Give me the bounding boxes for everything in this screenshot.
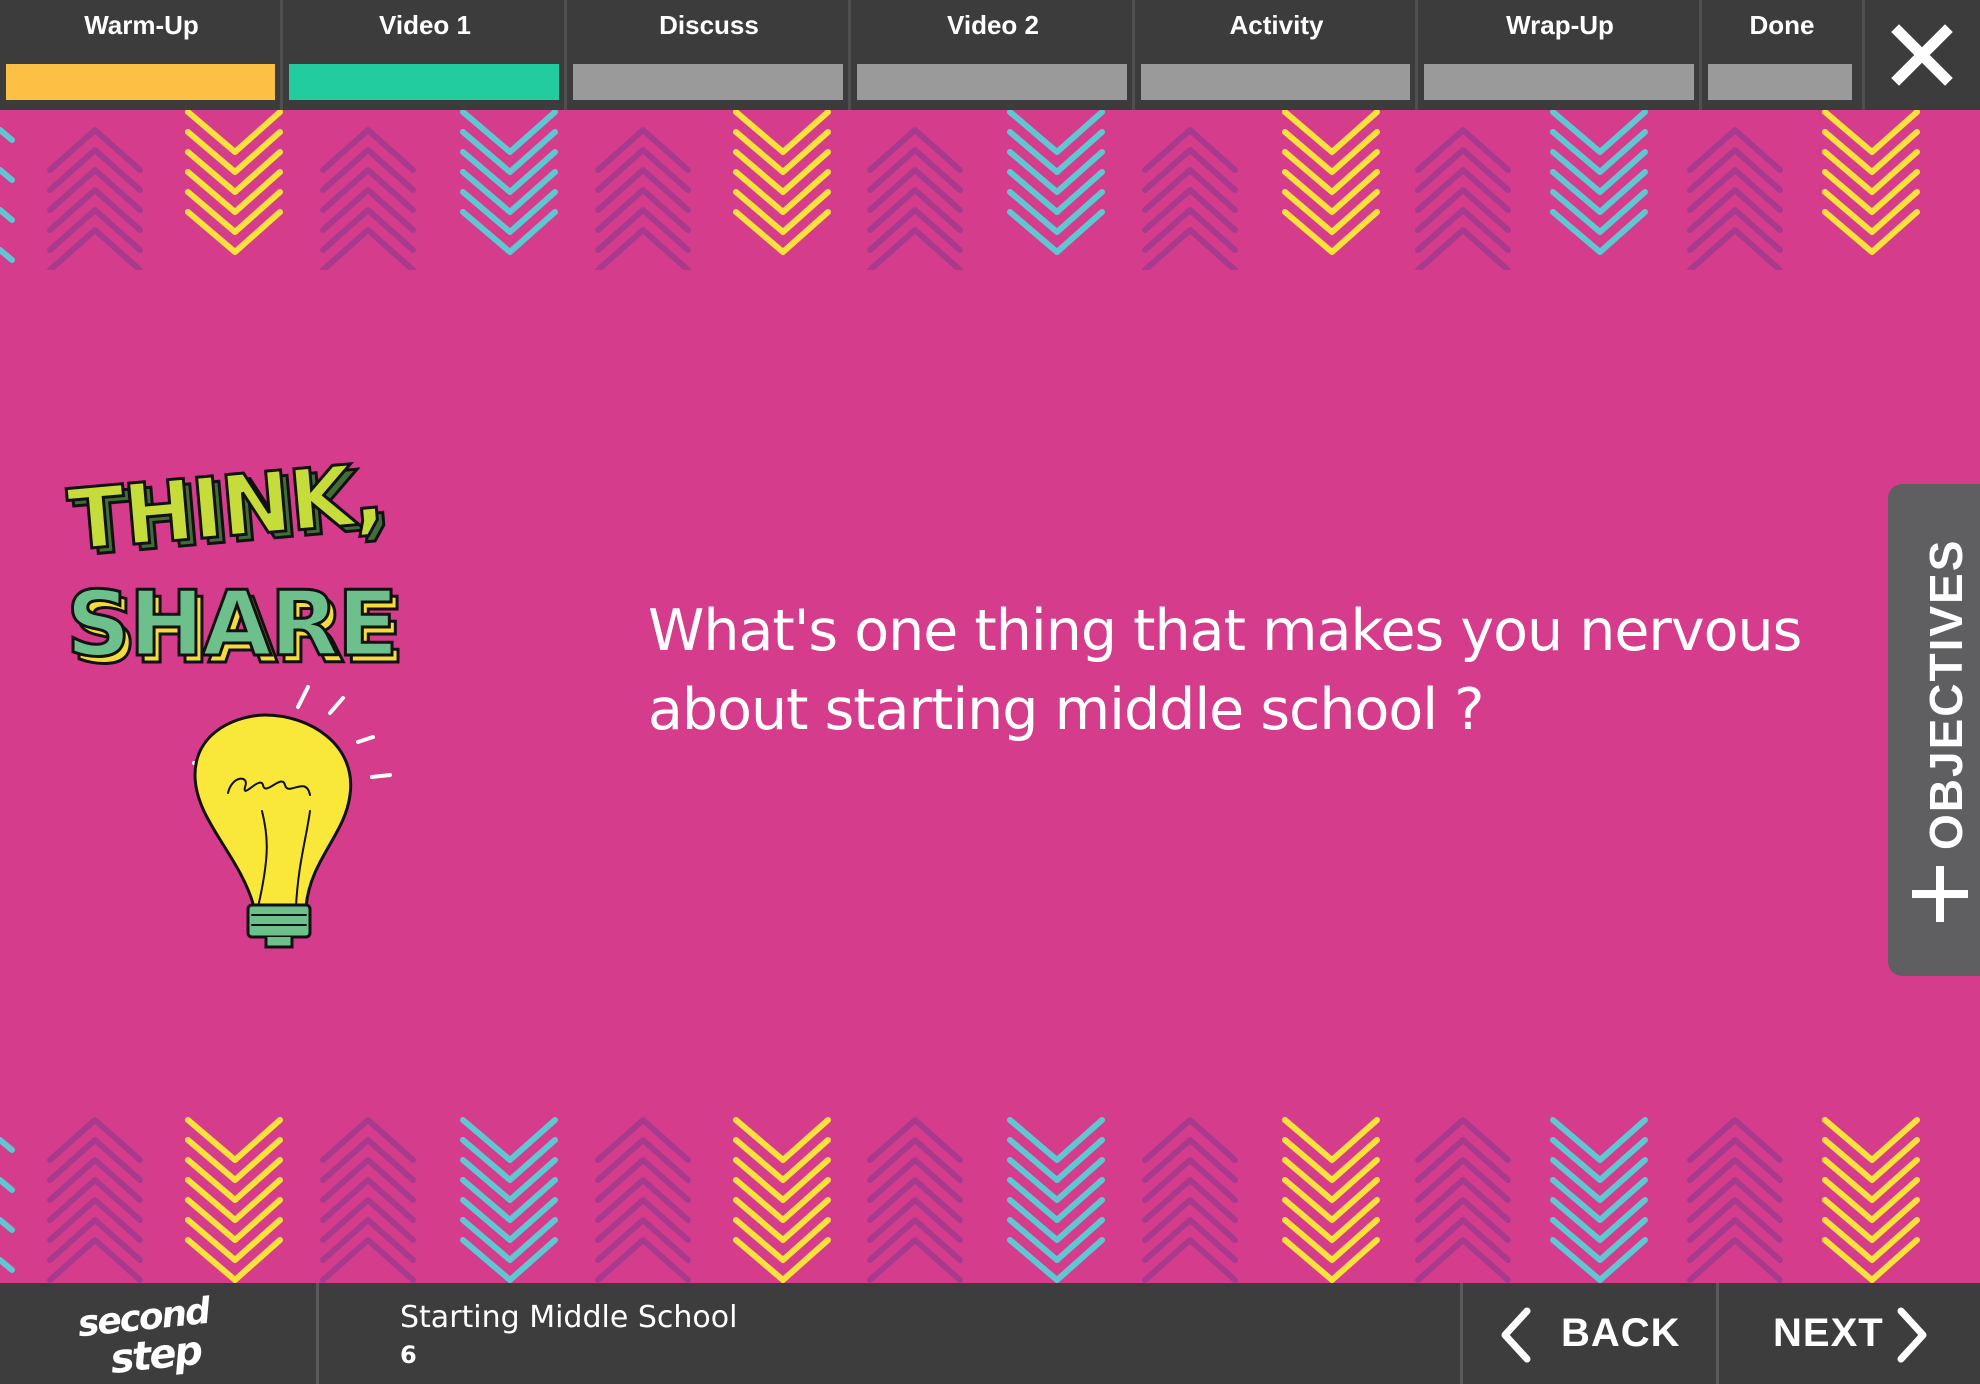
question-line-1: What's one thing that makes you nervous [648,598,1802,664]
think-share-graphic: THINK, THINK, SHARE SHARE [60,415,460,995]
tab-wrap-up[interactable]: Wrap-Up [1418,0,1702,110]
tab-label: Warm-Up [84,10,199,40]
question-line-2: about starting middle school ? [648,677,1484,743]
tab-activity[interactable]: Activity [1135,0,1418,110]
tab-label: Done [1749,10,1815,40]
logo-text-line2: step [108,1328,204,1377]
tab-progress-bar [573,64,843,100]
tab-label: Video 1 [378,10,471,40]
tab-done[interactable]: Done [1702,0,1862,110]
chevron-pattern-top [0,110,1920,270]
tab-discuss[interactable]: Discuss [567,0,851,110]
chevron-right-icon [1897,1307,1927,1363]
discussion-question: What's one thing that makes you nervous … [648,592,1848,750]
lesson-number: 6 [400,1341,417,1369]
tab-progress-bar [1141,64,1410,100]
second-step-logo: second step [70,1291,230,1384]
share-text: SHARE [66,572,397,677]
tab-warm-up[interactable]: Warm-Up [0,0,283,110]
footer-bar: second step Starting Middle School 6 BAC… [0,1283,1980,1384]
close-icon [1891,24,1953,86]
close-button[interactable] [1862,0,1980,110]
next-label: NEXT [1773,1311,1884,1355]
chevron-left-icon [1501,1307,1531,1363]
tab-progress-bar [289,64,559,100]
tab-video-1[interactable]: Video 1 [283,0,567,110]
tab-video-2[interactable]: Video 2 [851,0,1135,110]
tab-label: Activity [1229,10,1324,40]
lesson-title: Starting Middle School [400,1300,738,1335]
tab-label: Wrap-Up [1506,10,1614,40]
plus-icon [1912,866,1968,922]
objectives-label: OBJECTIVES [1920,538,1972,850]
next-button[interactable]: NEXT [1719,1283,1980,1384]
tab-progress-bar [857,64,1127,100]
lightbulb-icon [192,685,392,949]
tab-label: Video 2 [946,10,1039,40]
tab-progress-bar [6,64,275,100]
lesson-progress-nav: Warm-Up Video 1 Discuss Video 2 Activity… [0,0,1980,110]
chevron-pattern-bottom [0,1117,1920,1283]
tab-progress-bar [1424,64,1694,100]
objectives-tab[interactable]: OBJECTIVES [1888,484,1980,976]
tab-progress-bar [1708,64,1852,100]
back-button[interactable]: BACK [1463,1283,1718,1384]
back-label: BACK [1561,1311,1681,1355]
tab-label: Discuss [659,10,759,40]
footer-divider [316,1283,319,1384]
